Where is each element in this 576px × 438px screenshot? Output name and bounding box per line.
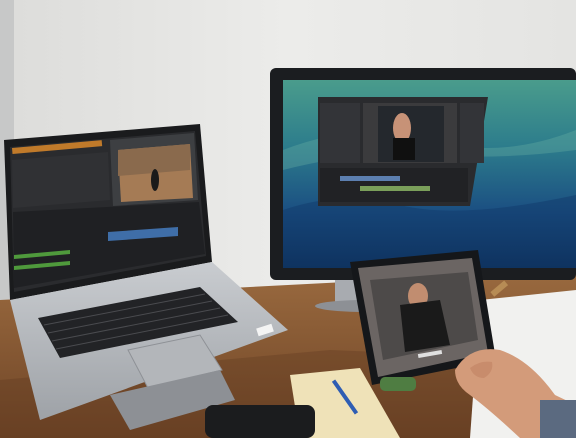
laptop-video-figure xyxy=(151,169,159,191)
sleeve xyxy=(540,400,576,438)
monitor-editor-timeline xyxy=(320,168,468,202)
monitor-editor-clip xyxy=(340,176,400,181)
monitor-editor-panel-right xyxy=(460,103,484,163)
cup xyxy=(380,377,416,391)
monitor-video-figure-body xyxy=(393,138,415,160)
monitor-editor-panel-left xyxy=(320,103,360,163)
photo-scene xyxy=(0,0,576,438)
laptop-editor-panel xyxy=(12,152,110,208)
bag xyxy=(205,405,315,438)
monitor-editor-clip-2 xyxy=(360,186,430,191)
